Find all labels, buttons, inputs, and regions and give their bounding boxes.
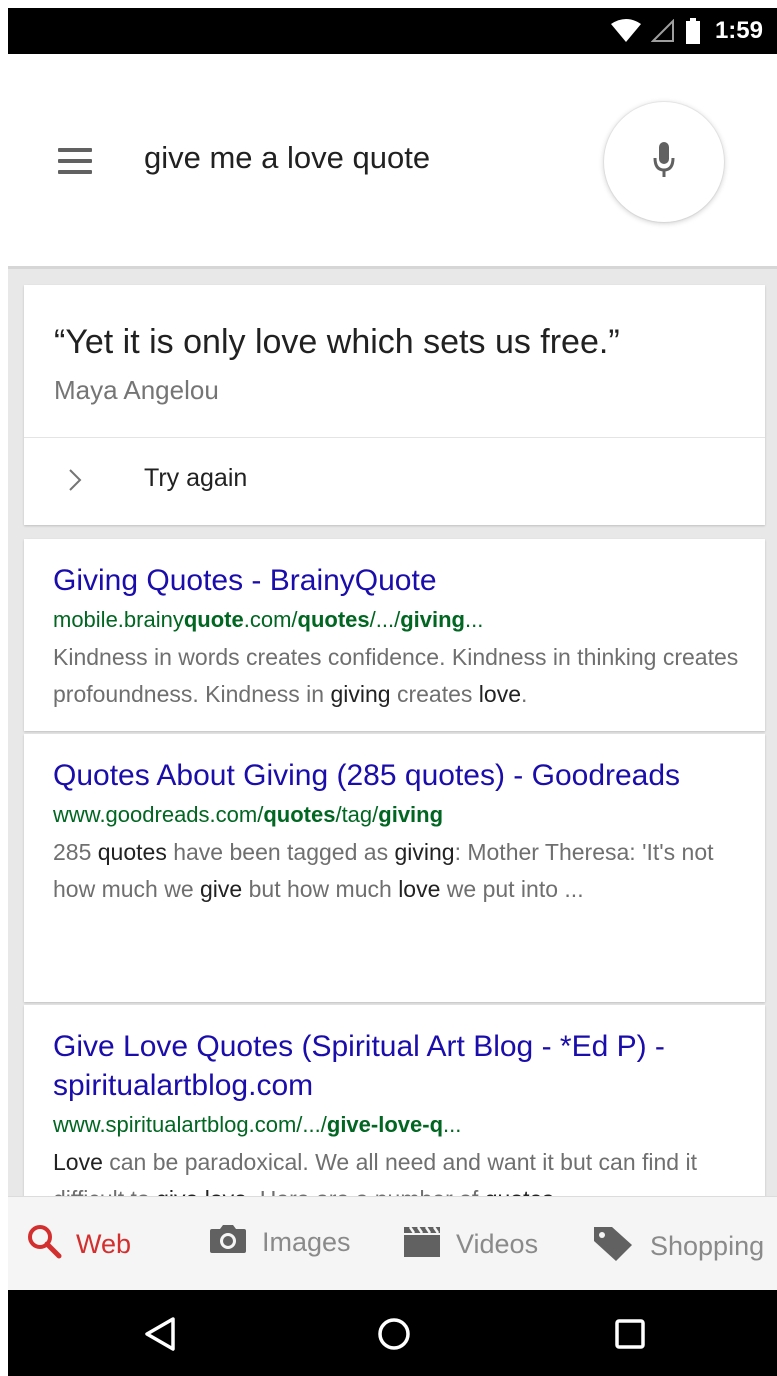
- camera-icon: [208, 1223, 248, 1262]
- status-bar: 1:59: [8, 8, 777, 54]
- result-title[interactable]: Give Love Quotes (Spiritual Art Blog - *…: [53, 1027, 743, 1105]
- tab-label: Videos: [456, 1229, 539, 1259]
- navigation-bar: [8, 1290, 777, 1376]
- result-snippet: Kindness in words creates confidence. Ki…: [53, 644, 739, 707]
- result-url[interactable]: www.spiritualartblog.com/.../give-love-q…: [53, 1109, 765, 1141]
- result-url[interactable]: www.goodreads.com/quotes/tag/giving: [53, 799, 765, 831]
- search-tabs: Web Images Videos Shopping: [8, 1196, 777, 1290]
- result-title[interactable]: Giving Quotes - BrainyQuote: [53, 561, 743, 600]
- battery-icon: [685, 18, 701, 44]
- search-result[interactable]: Giving Quotes - BrainyQuote mobile.brain…: [24, 539, 765, 731]
- back-icon[interactable]: [140, 1314, 180, 1354]
- status-time: 1:59: [714, 17, 763, 44]
- search-result[interactable]: Give Love Quotes (Spiritual Art Blog - *…: [24, 1005, 765, 1196]
- search-result[interactable]: Quotes About Giving (285 quotes) - Goodr…: [24, 734, 765, 1002]
- quote-author: Maya Angelou: [54, 375, 219, 405]
- chevron-right-icon: [68, 468, 82, 497]
- signal-icon: [650, 19, 675, 43]
- tab-label: Shopping: [650, 1231, 765, 1261]
- tab-web[interactable]: Web: [26, 1223, 131, 1266]
- quote-card: “Yet it is only love which sets us free.…: [24, 285, 765, 525]
- tab-label: Web: [76, 1229, 132, 1259]
- clapperboard-icon: [402, 1223, 442, 1266]
- result-title[interactable]: Quotes About Giving (285 quotes) - Goodr…: [53, 756, 743, 795]
- search-icon: [26, 1223, 62, 1266]
- results-area: “Yet it is only love which sets us free.…: [8, 266, 777, 1196]
- recent-apps-icon[interactable]: [610, 1314, 650, 1354]
- menu-icon[interactable]: [58, 148, 92, 174]
- search-header: give me a love quote: [8, 54, 777, 266]
- try-again-label: Try again: [144, 464, 248, 492]
- tab-videos[interactable]: Videos: [402, 1223, 538, 1266]
- mic-icon: [651, 140, 677, 185]
- tab-label: Images: [262, 1227, 351, 1257]
- home-icon[interactable]: [374, 1314, 414, 1354]
- result-snippet: Love can be paradoxical. We all need and…: [53, 1149, 697, 1196]
- tab-shopping[interactable]: Shopping: [590, 1223, 764, 1270]
- quote-text: “Yet it is only love which sets us free.…: [54, 323, 620, 361]
- search-query[interactable]: give me a love quote: [144, 140, 430, 176]
- result-url[interactable]: mobile.brainyquote.com/quotes/.../giving…: [53, 604, 765, 636]
- voice-search-button[interactable]: [604, 102, 724, 222]
- wifi-icon: [610, 19, 641, 43]
- tab-images[interactable]: Images: [208, 1223, 351, 1262]
- tag-icon: [590, 1223, 636, 1270]
- result-snippet: 285 quotes have been tagged as giving: M…: [53, 839, 714, 902]
- try-again-button[interactable]: Try again: [24, 438, 765, 525]
